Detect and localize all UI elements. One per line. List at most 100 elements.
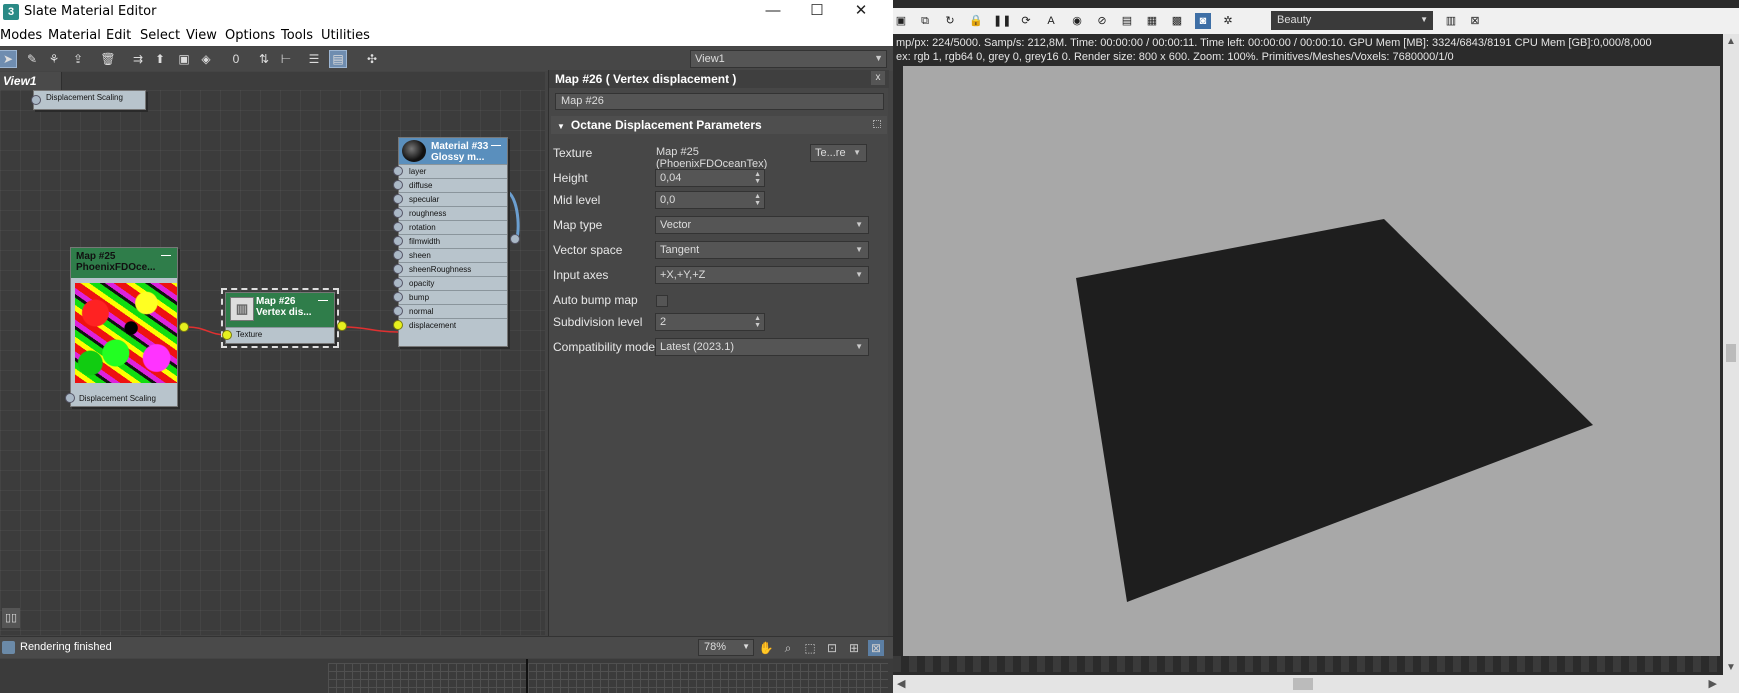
color-picker-icon[interactable]: ◉ (1069, 13, 1085, 29)
zoom-extents-icon[interactable]: ⊡ (824, 640, 840, 656)
subdivision-spinner[interactable]: 2 ▲ ▼ (655, 313, 765, 331)
restart-render-icon[interactable]: ↻ (942, 13, 958, 29)
socket-dot[interactable] (65, 393, 75, 403)
mid-level-spinner[interactable]: 0,0 ▲ ▼ (655, 191, 765, 209)
rollout-pin-icon[interactable] (873, 120, 881, 128)
menu-utilities[interactable]: Utilities (321, 28, 370, 43)
menu-edit[interactable]: Edit (106, 28, 131, 43)
socket-dot[interactable] (393, 166, 403, 176)
texture-mode-dropdown[interactable]: Te...re ▼ (810, 144, 867, 162)
render-pass-dropdown[interactable]: Beauty ▼ (1271, 11, 1433, 30)
socket-dot[interactable] (393, 320, 403, 330)
horizontal-scroll-thumb[interactable] (1293, 678, 1313, 690)
node-map25[interactable]: Map #25 PhoenixFDOce... — Displacement S… (65, 247, 189, 407)
collapse-icon[interactable]: — (491, 140, 501, 151)
hide-unused-slots-icon[interactable]: ⬆ (152, 51, 168, 67)
tab-view1[interactable]: View1 (0, 72, 62, 90)
region-render-icon[interactable]: ⊘ (1094, 13, 1110, 29)
zoom-extents-selected-icon[interactable]: ⊞ (846, 640, 862, 656)
pause-icon[interactable]: ❚❚ (993, 13, 1011, 29)
spinner-arrows-icon[interactable]: ▲ ▼ (754, 315, 761, 329)
socket-dot[interactable] (393, 208, 403, 218)
view-dropdown[interactable]: View1 ▼ (690, 50, 887, 68)
fit-window-icon[interactable]: ⊠ (1467, 13, 1483, 29)
zoom-icon[interactable]: ⌕ (780, 640, 796, 656)
assign-material-icon[interactable]: ⚘ (46, 51, 62, 67)
map-name-field[interactable]: Map #26 (555, 93, 884, 110)
output-socket-dot[interactable] (337, 321, 347, 331)
zoom-region-icon[interactable]: ⬚ (802, 640, 818, 656)
collapse-icon[interactable]: — (318, 295, 328, 306)
postprocess-icon[interactable]: ▩ (1169, 13, 1185, 29)
socket-dot[interactable] (393, 194, 403, 204)
material-parameter-editor-icon[interactable]: ☰ (306, 51, 322, 67)
material-map-browser-icon[interactable]: ▤ (329, 50, 347, 68)
scroll-left-icon[interactable]: ◀ (897, 677, 905, 690)
settings-gear-icon[interactable]: ✲ (1220, 13, 1236, 29)
socket-dot[interactable] (31, 95, 41, 105)
show-map-in-viewport-icon[interactable]: ▣ (176, 51, 192, 67)
socket-dot[interactable] (393, 264, 403, 274)
horizontal-scrollbar[interactable]: ◀ ▶ (893, 675, 1739, 693)
node-material33[interactable]: Material #33 Glossy m... — layer diffuse s… (393, 137, 520, 347)
texture-map-button[interactable]: Map #25 (PhoenixFDOceanTex) (652, 144, 806, 170)
node-graph-view[interactable]: Displacement Scaling Map #25 PhoenixFDOc… (0, 90, 545, 635)
refresh-icon[interactable]: ⟳ (1018, 13, 1034, 29)
input-axes-dropdown[interactable]: +X,+Y,+Z ▼ (655, 266, 869, 284)
menu-modes[interactable]: Modes (0, 28, 42, 43)
menu-view[interactable]: View (186, 28, 217, 43)
menu-tools[interactable]: Tools (281, 28, 313, 43)
close-button[interactable]: ✕ (839, 0, 883, 24)
socket-dot[interactable] (393, 222, 403, 232)
layout-grid-icon[interactable]: ▥ (1443, 13, 1459, 29)
pick-material-icon[interactable]: ✎ (24, 51, 40, 67)
zoom-dropdown[interactable]: 78% ▼ (698, 639, 754, 656)
menu-select[interactable]: Select (140, 28, 180, 43)
navigator-icon[interactable]: ▯▯ (2, 608, 20, 628)
menu-options[interactable]: Options (225, 28, 275, 43)
socket-dot[interactable] (393, 278, 403, 288)
node-map26[interactable]: ▥ Map #26 Vertex dis... — Texture (221, 288, 347, 348)
socket-dot[interactable] (393, 250, 403, 260)
pan-to-selected-icon[interactable]: ⊠ (868, 640, 884, 656)
socket-dot[interactable] (393, 292, 403, 302)
output-socket-dot[interactable] (510, 234, 520, 244)
compatibility-dropdown[interactable]: Latest (2023.1) ▼ (655, 338, 869, 356)
time-cursor[interactable] (526, 659, 528, 693)
scroll-down-icon[interactable]: ▼ (1726, 662, 1736, 673)
select-arrow-icon[interactable]: ➤ (0, 50, 17, 68)
vertical-scroll-thumb[interactable] (1726, 344, 1736, 362)
spinner-arrows-icon[interactable]: ▲ ▼ (754, 193, 761, 207)
pick-node-icon[interactable]: ✣ (364, 51, 380, 67)
aperture-icon[interactable]: A (1043, 13, 1059, 29)
layout-all-icon[interactable]: ⇅ (256, 51, 272, 67)
render-viewport[interactable] (903, 66, 1720, 656)
material-id-icon[interactable]: 0 (228, 51, 244, 67)
imager-icon[interactable]: ▦ (1144, 13, 1160, 29)
vertical-scrollbar[interactable]: ▲ ▼ (1723, 34, 1739, 675)
socket-dot[interactable] (393, 306, 403, 316)
collapse-icon[interactable]: — (161, 250, 171, 261)
minimize-button[interactable]: — (751, 0, 795, 24)
input-socket-dot[interactable] (222, 330, 232, 340)
menu-material[interactable]: Material (48, 28, 101, 43)
spinner-arrows-icon[interactable]: ▲ ▼ (754, 171, 761, 185)
output-socket-dot[interactable] (179, 322, 189, 332)
film-settings-icon[interactable]: ▤ (1119, 13, 1135, 29)
copy-image-icon[interactable]: ⧉ (917, 13, 933, 29)
save-image-icon[interactable]: ▣ (893, 13, 909, 29)
delete-icon[interactable]: 🗑 (100, 51, 116, 67)
put-to-library-icon[interactable]: ⇪ (70, 51, 86, 67)
scroll-up-icon[interactable]: ▲ (1726, 36, 1736, 47)
rollout-header[interactable]: ▼ Octane Displacement Parameters (551, 116, 887, 134)
lock-icon[interactable]: 🔒 (968, 13, 984, 29)
layout-children-icon[interactable]: ⊢ (278, 51, 294, 67)
vector-space-dropdown[interactable]: Tangent ▼ (655, 241, 869, 259)
pan-hand-icon[interactable]: ✋ (758, 640, 774, 656)
move-children-icon[interactable]: ⇉ (130, 51, 146, 67)
socket-dot[interactable] (393, 180, 403, 190)
maximize-button[interactable]: ☐ (795, 0, 839, 24)
camera-view-icon[interactable]: ◙ (1195, 13, 1211, 29)
scroll-right-icon[interactable]: ▶ (1709, 677, 1717, 690)
panel-close-button[interactable]: x (871, 71, 885, 85)
